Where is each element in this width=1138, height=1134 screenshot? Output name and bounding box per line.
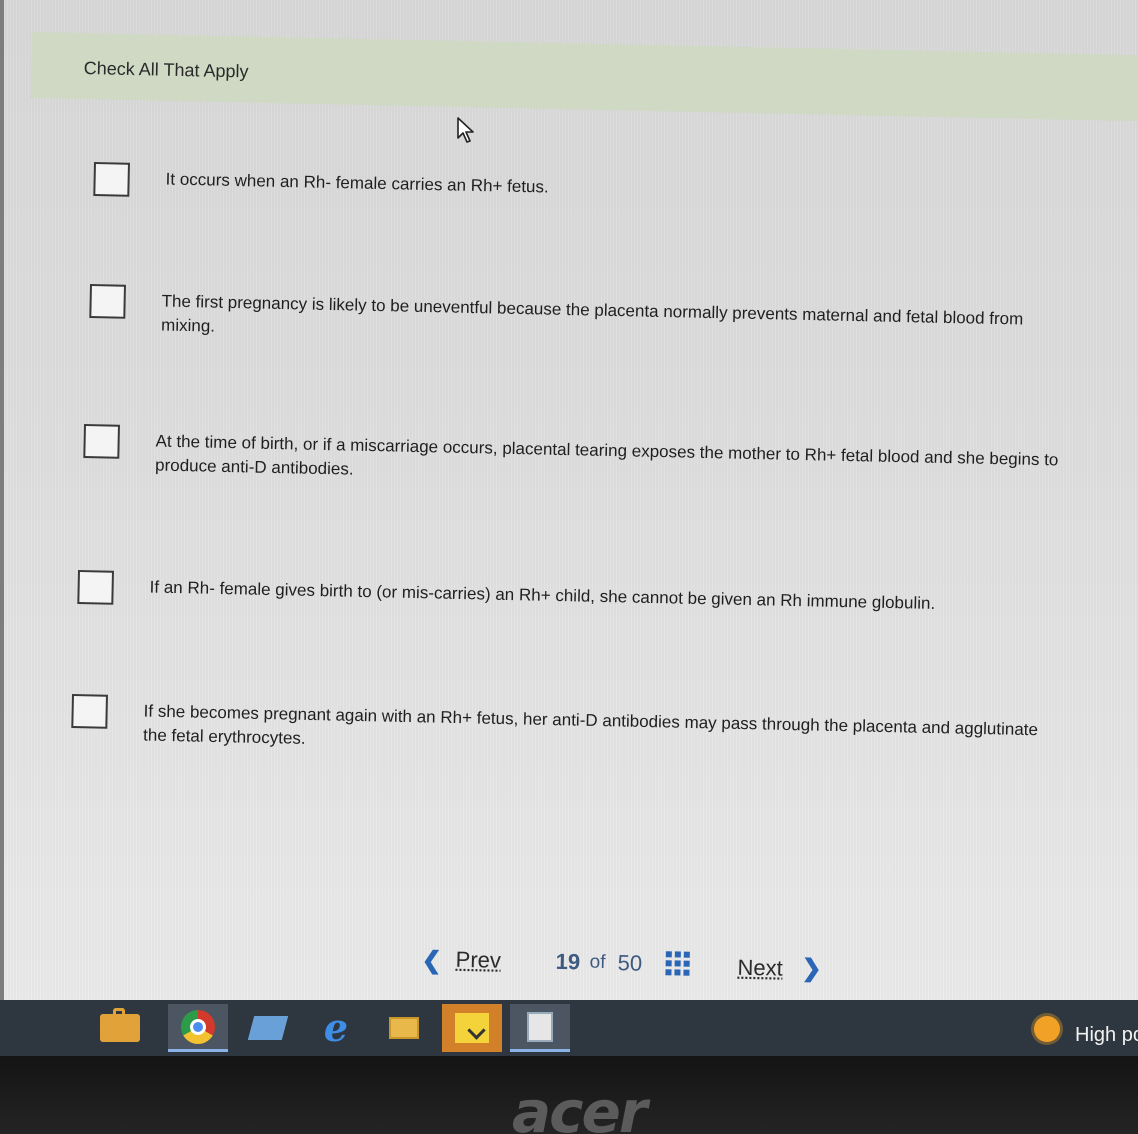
chevron-right-icon[interactable]: ❯	[801, 954, 822, 983]
answer-checkbox[interactable]	[71, 694, 108, 729]
weather-text[interactable]: High pc	[1075, 1024, 1138, 1047]
taskbar: e	[0, 1000, 1138, 1056]
next-button[interactable]: Next	[737, 955, 783, 982]
brand-logo: acer	[512, 1078, 647, 1134]
grid-icon[interactable]	[665, 951, 690, 976]
briefcase-icon[interactable]	[90, 1004, 150, 1052]
answer-checkbox[interactable]	[77, 570, 114, 605]
page-of-label: of	[589, 951, 606, 973]
edge-icon[interactable]: e	[306, 1004, 366, 1052]
mouse-cursor-icon	[457, 117, 474, 143]
sticky-notes-icon[interactable]	[442, 1004, 502, 1052]
total-pages: 50	[617, 950, 643, 976]
chevron-left-icon[interactable]: ❮	[421, 946, 442, 975]
weather-icon[interactable]	[1034, 1016, 1060, 1042]
current-page: 19	[555, 948, 581, 975]
answer-checkbox[interactable]	[93, 162, 130, 197]
screen	[4, 0, 1138, 1000]
prev-button[interactable]: Prev	[455, 947, 501, 974]
file-explorer-icon[interactable]	[374, 1004, 434, 1052]
instruction-text: Check All That Apply	[83, 58, 249, 82]
chrome-icon[interactable]	[168, 1004, 228, 1052]
answer-checkbox[interactable]	[89, 284, 126, 319]
calculator-icon[interactable]	[510, 1004, 570, 1052]
pc-icon[interactable]	[238, 1004, 298, 1052]
answer-checkbox[interactable]	[83, 424, 120, 459]
